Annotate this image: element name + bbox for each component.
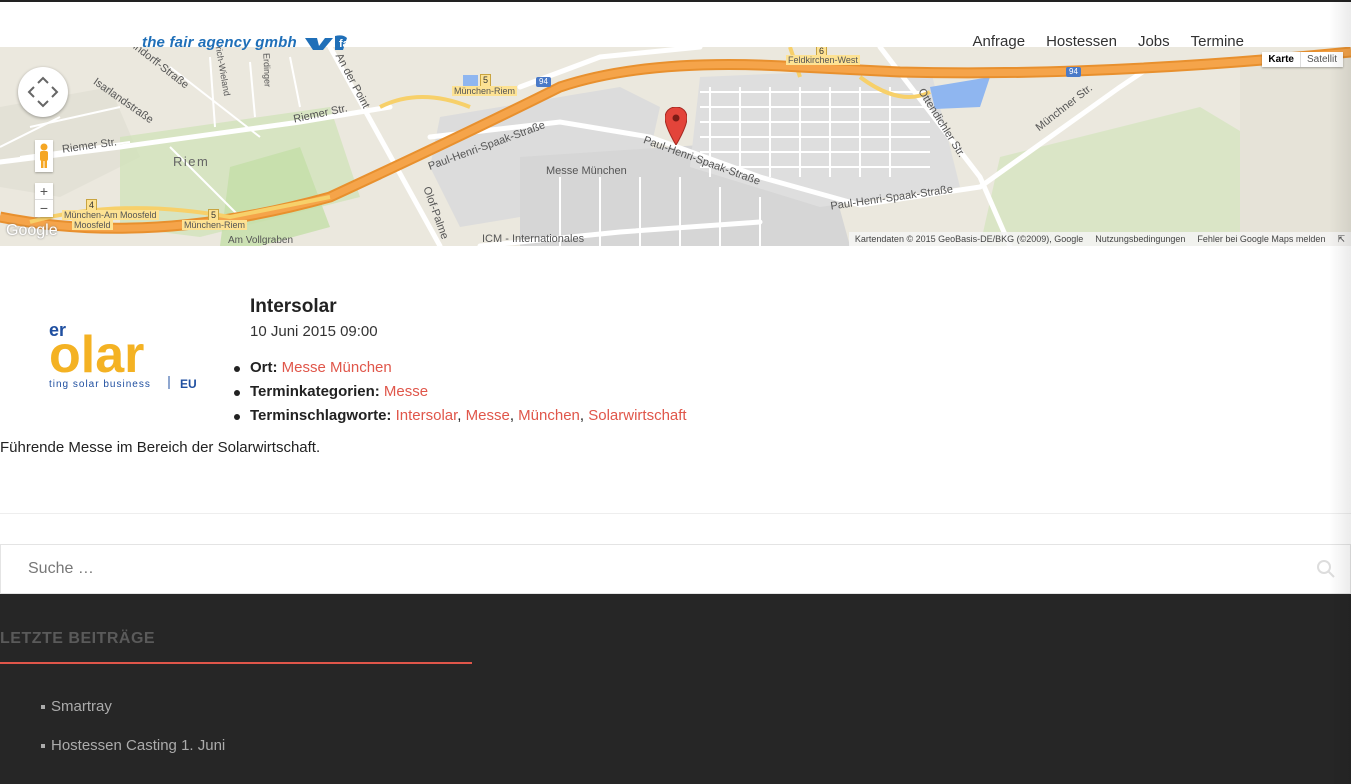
- event-image[interactable]: er olar ting solar business EU: [49, 296, 201, 406]
- site-footer: LETZTE BEITRÄGE Smartray Hostessen Casti…: [0, 594, 1351, 784]
- category-link[interactable]: Messe: [384, 383, 428, 400]
- location-label: Ort:: [250, 359, 278, 376]
- highway-shield: 94: [536, 77, 551, 87]
- tag-link[interactable]: Intersolar: [396, 407, 458, 424]
- map-data-credit: Kartendaten © 2015 GeoBasis-DE/BKG (©200…: [854, 234, 1084, 244]
- image-text: olar: [49, 326, 144, 384]
- event-date: 10 Juni 2015 09:00: [250, 323, 378, 340]
- google-map[interactable]: Lehndorff-Straße Isarlandstraße Riemer S…: [0, 47, 1351, 246]
- map-label: Am Vollgraben: [228, 235, 294, 246]
- image-text: EU: [180, 377, 197, 391]
- tag-link[interactable]: Solarwirtschaft: [588, 407, 686, 424]
- heading-underline: [0, 662, 472, 664]
- event-categories: Terminkategorien: Messe: [234, 380, 687, 404]
- recent-post-link[interactable]: Smartray: [41, 687, 225, 726]
- intersolar-logo-image: er olar ting solar business EU: [49, 296, 201, 406]
- tags-label: Terminschlagworte:: [250, 407, 392, 424]
- event-tags: Terminschlagworte: Intersolar, Messe, Mü…: [234, 404, 687, 428]
- map-label-messe: Messe München: [546, 165, 627, 177]
- recent-posts-list: Smartray Hostessen Casting 1. Juni: [41, 687, 225, 765]
- nav-hostessen[interactable]: Hostessen: [1046, 33, 1117, 50]
- main-nav: Anfrage Hostessen Jobs Termine: [973, 33, 1244, 50]
- map-label: Moosfeld: [72, 220, 113, 230]
- location-link[interactable]: Messe München: [282, 359, 392, 376]
- highway-shield: 94: [1066, 67, 1081, 77]
- map-label: München-Am Moosfeld: [62, 210, 159, 220]
- map-type-karte[interactable]: Karte: [1262, 52, 1301, 67]
- site-logo[interactable]: the fair agency gmbh fa: [142, 32, 363, 52]
- image-text: ting solar business: [49, 379, 151, 390]
- search-form: [0, 544, 1351, 594]
- tag-link[interactable]: München: [518, 407, 580, 424]
- site-header: the fair agency gmbh fa Anfrage Hostesse…: [0, 0, 1351, 51]
- svg-text:fa: fa: [339, 38, 350, 50]
- expand-attribution-icon[interactable]: ⇱: [1337, 232, 1345, 246]
- nav-anfrage[interactable]: Anfrage: [973, 33, 1026, 50]
- pegman-icon: [40, 143, 48, 168]
- map-label: ICM - Internationales: [482, 233, 585, 245]
- recent-post-link[interactable]: Hostessen Casting 1. Juni: [41, 726, 225, 765]
- event-description: Führende Messe im Bereich der Solarwirts…: [0, 439, 321, 456]
- zoom-in-button[interactable]: +: [35, 183, 53, 200]
- nav-termine[interactable]: Termine: [1191, 33, 1244, 50]
- map-label: Feldkirchen-West: [786, 55, 860, 65]
- divider: [0, 513, 1351, 514]
- event-title: Intersolar: [250, 296, 337, 317]
- map-pan-control[interactable]: [18, 67, 68, 117]
- zoom-out-button[interactable]: −: [35, 200, 53, 217]
- report-error-link[interactable]: Fehler bei Google Maps melden: [1197, 232, 1325, 246]
- map-zoom-control: + −: [35, 183, 53, 217]
- map-type-control: Karte Satellit: [1262, 52, 1343, 67]
- map-label: München-Riem: [182, 220, 248, 230]
- event-location: Ort: Messe München: [234, 356, 687, 380]
- pan-arrows-icon: [27, 76, 59, 108]
- categories-label: Terminkategorien:: [250, 383, 380, 400]
- terms-link[interactable]: Nutzungsbedingungen: [1095, 232, 1185, 246]
- map-label: München-Riem: [452, 86, 518, 96]
- map-label: Erdinger: [261, 52, 273, 88]
- recent-posts-heading: LETZTE BEITRÄGE: [0, 630, 156, 647]
- map-label: Riem: [173, 154, 210, 169]
- search-input[interactable]: [1, 545, 1281, 593]
- street-view-pegman[interactable]: [35, 140, 53, 172]
- nav-jobs[interactable]: Jobs: [1138, 33, 1170, 50]
- tag-link[interactable]: Messe: [466, 407, 510, 424]
- map-attribution: Kartendaten © 2015 GeoBasis-DE/BKG (©200…: [848, 232, 1351, 246]
- search-icon[interactable]: [1316, 559, 1336, 579]
- event-meta: Ort: Messe München Terminkategorien: Mes…: [234, 356, 687, 428]
- logo-mark-icon: fa: [304, 35, 350, 50]
- map-marker-icon[interactable]: [665, 107, 687, 145]
- logo-text: the fair agency gmbh: [142, 33, 297, 51]
- map-type-satellit[interactable]: Satellit: [1301, 52, 1343, 67]
- google-logo[interactable]: Google: [6, 222, 58, 240]
